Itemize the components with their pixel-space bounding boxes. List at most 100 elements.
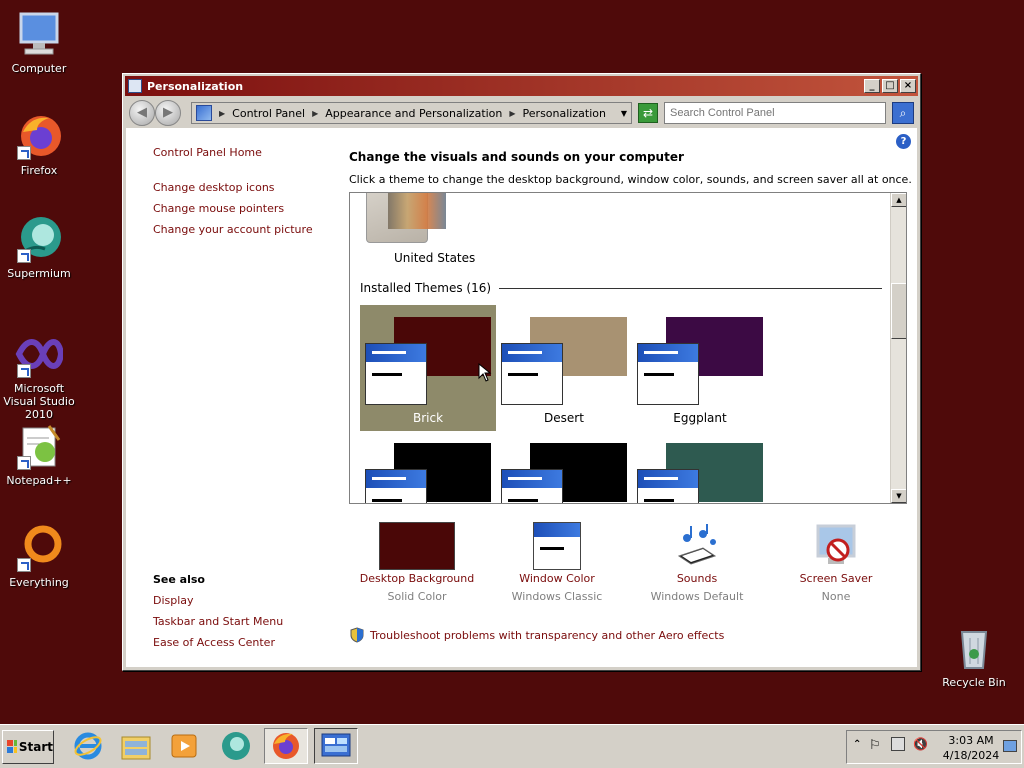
close-button[interactable]: ×: [900, 79, 916, 93]
page-subheading: Click a theme to change the desktop back…: [349, 173, 912, 186]
window-color-link[interactable]: Window Color: [492, 572, 622, 585]
theme-row2-3[interactable]: [632, 431, 768, 503]
installed-themes-label: Installed Themes (16): [360, 281, 492, 295]
taskbar-media-player[interactable]: [162, 728, 206, 764]
desktop-icon-supermium[interactable]: Supermium: [0, 215, 78, 280]
scroll-up-button[interactable]: ▲: [891, 193, 906, 207]
control-panel-icon: [196, 105, 212, 121]
minimize-button[interactable]: _: [864, 79, 880, 93]
volume-muted-icon[interactable]: 🔇: [913, 737, 928, 751]
screen-saver-icon: [812, 522, 860, 570]
theme-united-states[interactable]: United States: [364, 193, 475, 265]
window-color-item[interactable]: Window Color Windows Classic: [492, 522, 622, 603]
installed-themes-header: Installed Themes (16): [360, 281, 882, 295]
page-heading: Change the visuals and sounds on your co…: [349, 150, 684, 164]
desktop-icon-label: Computer: [11, 62, 67, 75]
theme-brick[interactable]: Brick: [360, 305, 496, 431]
start-button[interactable]: Start: [2, 730, 54, 764]
desktop-icon-label: Notepad++: [6, 474, 72, 487]
shortcut-arrow-icon: [17, 558, 31, 572]
troubleshoot-row[interactable]: Troubleshoot problems with transparency …: [350, 627, 724, 643]
help-icon[interactable]: ?: [896, 134, 911, 149]
change-mouse-pointers-link[interactable]: Change mouse pointers: [153, 202, 284, 215]
search-button[interactable]: ⌕: [892, 102, 914, 124]
address-bar[interactable]: ▶ Control Panel ▶ Appearance and Persona…: [191, 102, 632, 124]
desktop-background-value: Solid Color: [387, 590, 447, 603]
media-player-icon: [171, 734, 197, 758]
recycle-bin-icon: [950, 624, 998, 672]
ease-of-access-link[interactable]: Ease of Access Center: [153, 636, 275, 649]
desktop-icon-firefox[interactable]: Firefox: [0, 112, 78, 177]
chevron-right-icon: ▶: [219, 108, 226, 118]
chevron-up-icon[interactable]: ⌃: [853, 739, 861, 750]
theme-row2-1[interactable]: [360, 431, 496, 503]
theme-row2-2[interactable]: [496, 431, 632, 503]
chevron-right-icon[interactable]: ▶: [312, 109, 318, 118]
breadcrumb-personalization[interactable]: Personalization: [523, 107, 617, 120]
theme-list[interactable]: United States Installed Themes (16) Bric…: [349, 192, 907, 504]
sounds-item[interactable]: Sounds Windows Default: [632, 522, 762, 603]
troubleshoot-link[interactable]: Troubleshoot problems with transparency …: [370, 629, 724, 642]
taskbar-firefox[interactable]: [264, 728, 308, 764]
sounds-icon: [673, 522, 721, 570]
change-desktop-icons-link[interactable]: Change desktop icons: [153, 181, 275, 194]
control-panel-home-link[interactable]: Control Panel Home: [153, 146, 262, 159]
firefox-icon: [15, 112, 63, 160]
desktop-background-item[interactable]: Desktop Background Solid Color: [352, 522, 482, 603]
theme-label: Desert: [544, 411, 584, 425]
theme-label: United States: [394, 251, 476, 265]
display-link[interactable]: Display: [153, 594, 194, 607]
photo-stack-image: [388, 193, 446, 229]
scroll-down-button[interactable]: ▼: [891, 489, 906, 503]
back-button[interactable]: ◀: [129, 100, 155, 126]
clock-date[interactable]: 4/18/2024: [939, 749, 1003, 762]
search-input[interactable]: [664, 102, 886, 124]
taskbar-file-explorer[interactable]: [114, 728, 158, 764]
refresh-button[interactable]: ⇄: [638, 103, 658, 123]
navigation-bar: ◀ ▶ ▶ Control Panel ▶ Appearance and Per…: [125, 98, 918, 128]
supermium-icon: [222, 732, 250, 760]
change-account-picture-link[interactable]: Change your account picture: [153, 223, 313, 236]
system-tray: ⌃ ⚐ 🔇 3:03 AM 4/18/2024: [846, 730, 1022, 764]
firefox-icon: [273, 733, 299, 759]
search-icon: ⌕: [899, 106, 907, 120]
screen-saver-link[interactable]: Screen Saver: [771, 572, 901, 585]
sounds-link[interactable]: Sounds: [632, 572, 762, 585]
shortcut-arrow-icon: [17, 456, 31, 470]
desktop-icon-computer[interactable]: Computer: [0, 10, 78, 75]
taskbar-control-panel[interactable]: [314, 728, 358, 764]
scroll-thumb[interactable]: [891, 283, 906, 339]
vertical-scrollbar[interactable]: ▲ ▼: [890, 193, 906, 503]
desktop-icon-recycle-bin[interactable]: Recycle Bin: [935, 624, 1013, 689]
screen-saver-item[interactable]: Screen Saver None: [771, 522, 901, 603]
breadcrumb-appearance[interactable]: Appearance and Personalization: [325, 107, 502, 120]
network-icon[interactable]: [891, 737, 905, 751]
maximize-button[interactable]: □: [882, 79, 898, 93]
flag-icon[interactable]: ⚐: [869, 738, 881, 753]
window-preview: [365, 343, 427, 405]
taskbar-start-menu-link[interactable]: Taskbar and Start Menu: [153, 615, 283, 628]
sounds-value: Windows Default: [650, 590, 744, 603]
title-bar[interactable]: Personalization _ □ ×: [125, 76, 918, 96]
desktop-icon-label: Firefox: [20, 164, 58, 177]
desktop-icon-visual-studio[interactable]: Microsoft Visual Studio 2010: [0, 330, 78, 421]
breadcrumb-control-panel[interactable]: Control Panel: [232, 107, 305, 120]
shield-icon: [350, 627, 364, 643]
desktop-background-link[interactable]: Desktop Background: [352, 572, 482, 585]
desktop-icon-label: Microsoft Visual Studio 2010: [3, 382, 75, 421]
theme-desert[interactable]: Desert: [496, 305, 632, 431]
clock-time[interactable]: 3:03 AM: [943, 734, 999, 747]
desktop-icon-everything[interactable]: Everything: [0, 524, 78, 589]
forward-button[interactable]: ▶: [155, 100, 181, 126]
show-desktop-icon[interactable]: [1003, 740, 1017, 752]
chevron-right-icon[interactable]: ▶: [509, 109, 515, 118]
theme-eggplant[interactable]: Eggplant: [632, 305, 768, 431]
control-panel-icon: [321, 733, 351, 757]
folder-icon: [121, 736, 151, 760]
everything-icon: [15, 524, 63, 572]
desktop-icon-notepadpp[interactable]: Notepad++: [0, 422, 78, 487]
chevron-down-icon[interactable]: ▼: [621, 109, 627, 118]
taskbar-internet-explorer[interactable]: [66, 728, 110, 764]
window-title: Personalization: [147, 79, 244, 93]
taskbar-supermium[interactable]: [214, 728, 258, 764]
